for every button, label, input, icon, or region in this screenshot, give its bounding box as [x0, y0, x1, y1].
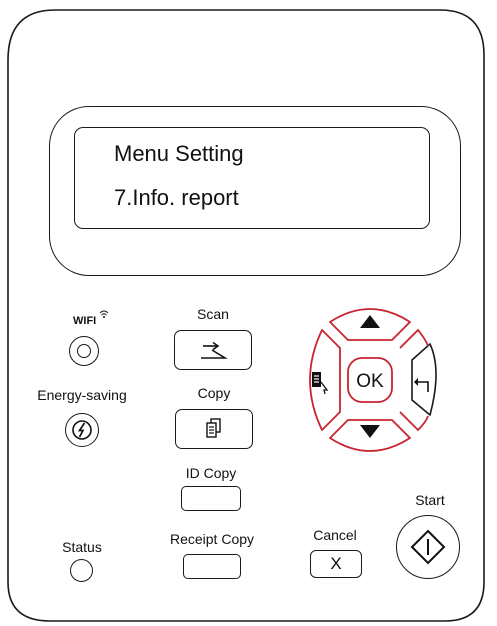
status-button[interactable] — [70, 559, 93, 582]
copy-button[interactable] — [175, 409, 253, 449]
screen-line-2: 7.Info. report — [114, 185, 239, 210]
id-copy-button[interactable] — [181, 486, 241, 511]
screen-line-1: Menu Setting — [114, 141, 244, 166]
up-button[interactable] — [329, 308, 411, 341]
start-button[interactable] — [396, 515, 460, 579]
scan-label: Scan — [197, 306, 229, 322]
cancel-label: Cancel — [313, 527, 357, 543]
ok-label: OK — [356, 371, 384, 392]
energy-saving-label: Energy-saving — [37, 387, 127, 403]
cancel-key-label: X — [330, 554, 342, 573]
scan-icon — [201, 341, 228, 359]
nav-cluster: OK — [309, 308, 437, 452]
status-label: Status — [62, 539, 102, 555]
start-icon — [410, 529, 446, 565]
wifi-icon: WIFI — [69, 307, 117, 327]
wifi-button[interactable] — [69, 336, 99, 366]
menu-button[interactable] — [309, 329, 341, 431]
copy-label: Copy — [197, 385, 231, 401]
wifi-label: WIFI — [73, 315, 96, 327]
energy-saving-button[interactable] — [65, 413, 99, 447]
back-button[interactable] — [411, 343, 437, 416]
copy-icon — [206, 418, 221, 438]
down-button[interactable] — [329, 419, 411, 452]
power-icon — [72, 420, 92, 440]
id-copy-label: ID Copy — [185, 465, 237, 481]
receipt-copy-label: Receipt Copy — [169, 531, 255, 547]
cancel-button[interactable]: X — [310, 550, 362, 578]
scan-button[interactable] — [174, 330, 252, 370]
ok-button[interactable]: OK — [347, 357, 393, 403]
start-label: Start — [415, 492, 445, 508]
receipt-copy-button[interactable] — [183, 554, 241, 579]
